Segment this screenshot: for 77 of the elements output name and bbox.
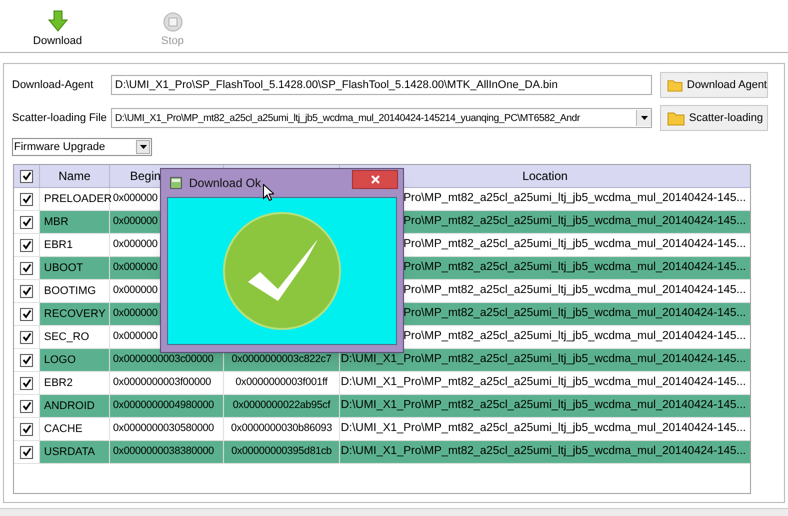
table-cell-text: 0x0000000022ab95cf	[232, 398, 330, 414]
table-cell-text: MBR	[44, 214, 68, 230]
checkbox[interactable]	[20, 216, 33, 228]
table-cell-text: EBR2	[44, 376, 73, 391]
table-cell-text: 0x0000000038380000	[113, 444, 214, 460]
folder-icon	[667, 78, 683, 92]
table-cell-text: SEC_RO	[44, 330, 90, 345]
table-cell-text: 0x000000	[113, 260, 158, 276]
table-cell-text: 0x0000000004980000	[113, 398, 214, 414]
table-cell-text: 0x0000000003c822c7	[232, 352, 332, 368]
down-arrow-icon	[48, 10, 68, 32]
table-cell-text: PRELOADER	[44, 192, 112, 207]
table-cell-text: 0x00000000395d81cb	[231, 444, 332, 460]
checkbox[interactable]	[20, 192, 33, 206]
table-cell-text: Pro\MP_mt82_a25cl_a25umi_ltj_jb5_wcdma_mul_20140424-145...	[403, 260, 746, 276]
field-label: Download-Agent	[12, 78, 94, 93]
table-cell-text: D:\UMI_X1_Pro\MP_mt82_a25cl_a25umi_ltj_jb5_wcdma_mul_20140424-145...	[340, 352, 746, 368]
table-cell-text: 0x0000000030b86093	[231, 421, 332, 436]
file-combo-box[interactable]: D:\UMI_X1_Pro\MP_mt82_a25cl_a25umi_ltj_jb5_wcdma_mul_20140424-145214_yuanqing_PC\MT6582_Andr	[111, 108, 652, 128]
checkbox[interactable]	[20, 354, 33, 366]
browse-button[interactable]: Scatter-loading	[660, 105, 768, 131]
checkbox[interactable]	[20, 400, 33, 412]
column-header: Begin	[130, 168, 161, 185]
table-cell-text: D:\UMI_X1_Pro\MP_mt82_a25cl_a25umi_ltj_jb5_wcdma_mul_20140424-145...	[340, 398, 746, 414]
table-cell-text: 0x0000000003f001ff	[236, 375, 328, 390]
close-icon	[370, 175, 380, 184]
checkbox[interactable]	[20, 446, 33, 458]
check-mark-icon	[223, 212, 341, 330]
table-cell-text: 0x0000000030580000	[113, 421, 214, 436]
browse-button[interactable]: Download Agent	[660, 72, 768, 98]
checkbox[interactable]	[20, 262, 33, 274]
table-cell-text: 0x000000	[113, 214, 158, 230]
dialog-title: Download Ok	[189, 175, 262, 192]
table-cell-text: BOOTIMG	[44, 284, 96, 299]
table-cell-text: Pro\MP_mt82_a25cl_a25umi_ltj_jb5_wcdma_mul_20140424-145...	[403, 214, 746, 230]
table-cell-text: Pro\MP_mt82_a25cl_a25umi_ltj_jb5_wcdma_mul_20140424-145...	[403, 191, 746, 206]
table-cell-text: 0x000000	[113, 237, 158, 252]
toolbar-button[interactable]: Download	[20, 10, 95, 49]
column-header: Name	[58, 168, 90, 185]
table-cell-text: 0x000000	[113, 283, 158, 298]
dropdown-arrow-icon	[640, 116, 648, 120]
checkbox[interactable]	[20, 330, 33, 344]
field-label: Scatter-loading File	[12, 110, 108, 126]
table-cell-text: D:\UMI_X1_Pro\MP_mt82_a25cl_a25umi_ltj_jb5_wcdma_mul_20140424-145...	[340, 444, 746, 460]
table-cell-text: RECOVERY	[44, 306, 106, 322]
table-cell-text: Pro\MP_mt82_a25cl_a25umi_ltj_jb5_wcdma_mul_20140424-145...	[403, 306, 746, 322]
mode-dropdown[interactable]: Firmware Upgrade	[12, 138, 152, 156]
folder-icon	[667, 110, 685, 126]
table-cell-text: D:\UMI_X1_Pro\MP_mt82_a25cl_a25umi_ltj_jb5_wcdma_mul_20140424-145...	[340, 421, 746, 436]
checkbox[interactable]	[20, 284, 33, 298]
dropdown-arrow-icon	[140, 145, 146, 149]
table-cell-text: Pro\MP_mt82_a25cl_a25umi_ltj_jb5_wcdma_mul_20140424-145...	[403, 283, 746, 298]
table-cell-text: 0x0000000003c00000	[113, 352, 214, 368]
column-header: Location	[522, 168, 568, 185]
checkbox[interactable]	[20, 422, 33, 436]
table-cell-text: CACHE	[44, 422, 83, 437]
checkbox[interactable]	[20, 170, 33, 182]
table-cell-text: 0x0000000003f00000	[113, 375, 212, 390]
table-cell-text: 0x000000	[113, 306, 158, 322]
app-icon	[170, 177, 182, 189]
checkbox[interactable]	[20, 376, 33, 390]
checkbox[interactable]	[20, 238, 33, 252]
stop-icon	[162, 12, 182, 32]
table-cell-text: 0x000000	[113, 191, 158, 206]
table-cell-text: USRDATA	[44, 444, 95, 460]
table-cell-text: UBOOT	[44, 260, 84, 276]
close-button[interactable]	[352, 170, 398, 189]
table-cell-text: ANDROID	[44, 398, 95, 414]
table-cell-text: EBR1	[44, 238, 73, 253]
table-cell-text: Pro\MP_mt82_a25cl_a25umi_ltj_jb5_wcdma_mul_20140424-145...	[403, 329, 746, 344]
table-cell-text: LOGO	[44, 352, 76, 368]
table-cell-text: D:\UMI_X1_Pro\MP_mt82_a25cl_a25umi_ltj_jb5_wcdma_mul_20140424-145...	[340, 375, 746, 390]
table-cell-text: Pro\MP_mt82_a25cl_a25umi_ltj_jb5_wcdma_mul_20140424-145...	[403, 237, 746, 252]
checkbox[interactable]	[20, 308, 33, 320]
path-field[interactable]: D:\UMI_X1_Pro\SP_FlashTool_5.1428.00\SP_FlashTool_5.1428.00\MTK_AllInOne_DA.bin	[111, 75, 652, 95]
mouse-cursor-icon	[263, 184, 274, 201]
table-cell-text: 0x000000	[113, 329, 158, 344]
